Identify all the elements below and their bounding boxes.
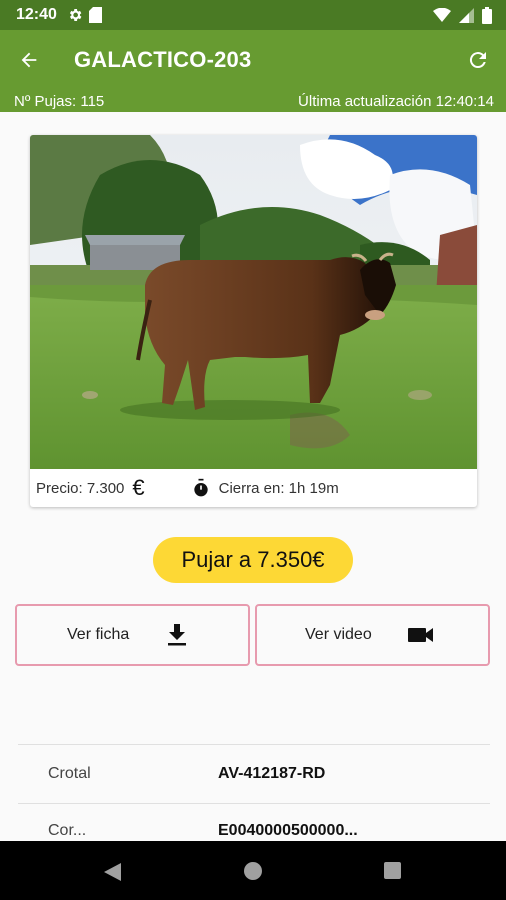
nav-recents-icon[interactable] [384,862,401,879]
detail-row: Cor... E0040000500000... [18,810,490,840]
detail-value: E0040000500000... [218,822,358,839]
divider [18,803,490,804]
price-label: Precio: 7.300 [36,479,125,497]
refresh-icon[interactable] [466,48,490,72]
status-bar: 12:40 [0,0,506,30]
download-icon [168,624,187,646]
nav-back-icon[interactable] [104,863,121,881]
view-video-label: Ver video [305,626,372,643]
detail-row: Crotal AV-412187-RD [18,745,490,803]
bid-count: Nº Pujas: 115 [14,92,105,110]
closing-time: Cierra en: 1h 19m [191,478,339,498]
battery-icon [482,6,492,24]
system-nav-bar [0,841,506,900]
bull-photo [30,135,477,469]
wifi-icon [433,8,451,22]
detail-value: AV-412187-RD [218,765,326,782]
status-left-icons [67,7,102,23]
gear-icon [69,9,82,21]
detail-key: Crotal [48,765,91,782]
price: Precio: 7.300 € [36,477,145,499]
stopwatch-icon [193,478,208,497]
auction-info-bar: Nº Pujas: 115 Última actualización 12:40… [0,90,506,112]
signal-icon [459,7,474,23]
nav-home-icon[interactable] [244,862,262,880]
bid-button[interactable]: Pujar a 7.350€ [153,537,353,583]
status-right-icons [433,6,492,24]
app-bar: GALACTICO-203 [0,30,506,90]
detail-key: Cor... [48,822,87,839]
view-sheet-label: Ver ficha [67,626,130,643]
back-arrow-icon[interactable] [18,49,40,71]
page-title: GALACTICO-203 [74,47,252,72]
lot-card-footer: Precio: 7.300 € Cierra en: 1h 19m [30,469,477,507]
sd-card-icon [88,7,102,23]
view-sheet-button[interactable]: Ver ficha [15,604,250,666]
euro-icon: € [132,475,145,500]
videocam-icon [407,628,433,642]
status-time: 12:40 [16,6,57,23]
view-video-button[interactable]: Ver video [255,604,490,666]
last-update: Última actualización 12:40:14 [298,92,494,110]
closing-time-label: Cierra en: 1h 19m [218,479,339,497]
lot-card: Precio: 7.300 € Cierra en: 1h 19m [30,135,477,507]
